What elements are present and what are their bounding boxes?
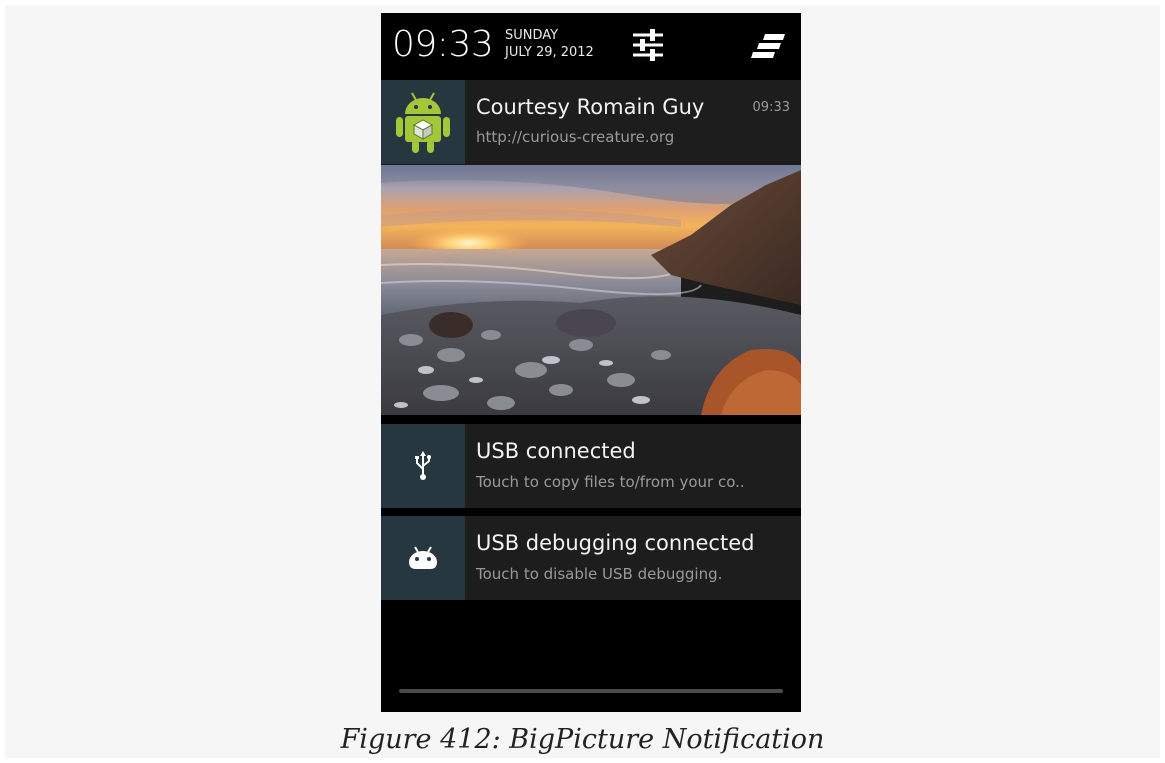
usb-debugging-notification[interactable]: USB debugging connected Touch to disable… xyxy=(381,516,801,600)
quick-settings-sliders-icon[interactable] xyxy=(631,28,665,62)
weekday: SUNDAY xyxy=(505,28,559,43)
clock: 09:33 xyxy=(392,24,494,65)
clear-all-notifications-icon[interactable] xyxy=(751,32,787,60)
date: JULY 29, 2012 xyxy=(505,45,594,60)
notification-icon-tile xyxy=(381,516,465,600)
android-debug-icon xyxy=(409,546,437,569)
android-robot-app-icon xyxy=(396,92,450,153)
notification-title: USB connected xyxy=(476,439,636,463)
notification-shade: 09:33 SUNDAY JULY 29, 2012 Courtesy Roma… xyxy=(381,13,801,712)
notification-subtitle: http://curious-creature.org xyxy=(476,128,675,146)
notification-title: Courtesy Romain Guy xyxy=(476,95,705,119)
notification-subtitle: Touch to disable USB debugging. xyxy=(476,565,723,583)
usb-connected-notification[interactable]: USB connected Touch to copy files to/fro… xyxy=(381,424,801,508)
notification-subtitle: Touch to copy files to/from your co.. xyxy=(476,473,745,491)
shade-drag-handle[interactable] xyxy=(399,689,783,693)
notification-icon-tile xyxy=(381,80,465,164)
notification-title: USB debugging connected xyxy=(476,531,755,555)
notification-icon-tile xyxy=(381,424,465,508)
bigpicture-notification[interactable]: Courtesy Romain Guy http://curious-creat… xyxy=(381,80,801,415)
coastal-sunset-photo xyxy=(381,165,801,415)
usb-icon xyxy=(415,451,431,480)
date-block: SUNDAY JULY 29, 2012 xyxy=(505,27,594,61)
shade-header: 09:33 SUNDAY JULY 29, 2012 xyxy=(381,13,801,79)
notification-time: 09:33 xyxy=(752,100,790,115)
figure-caption: Figure 412: BigPicture Notification xyxy=(340,724,825,755)
